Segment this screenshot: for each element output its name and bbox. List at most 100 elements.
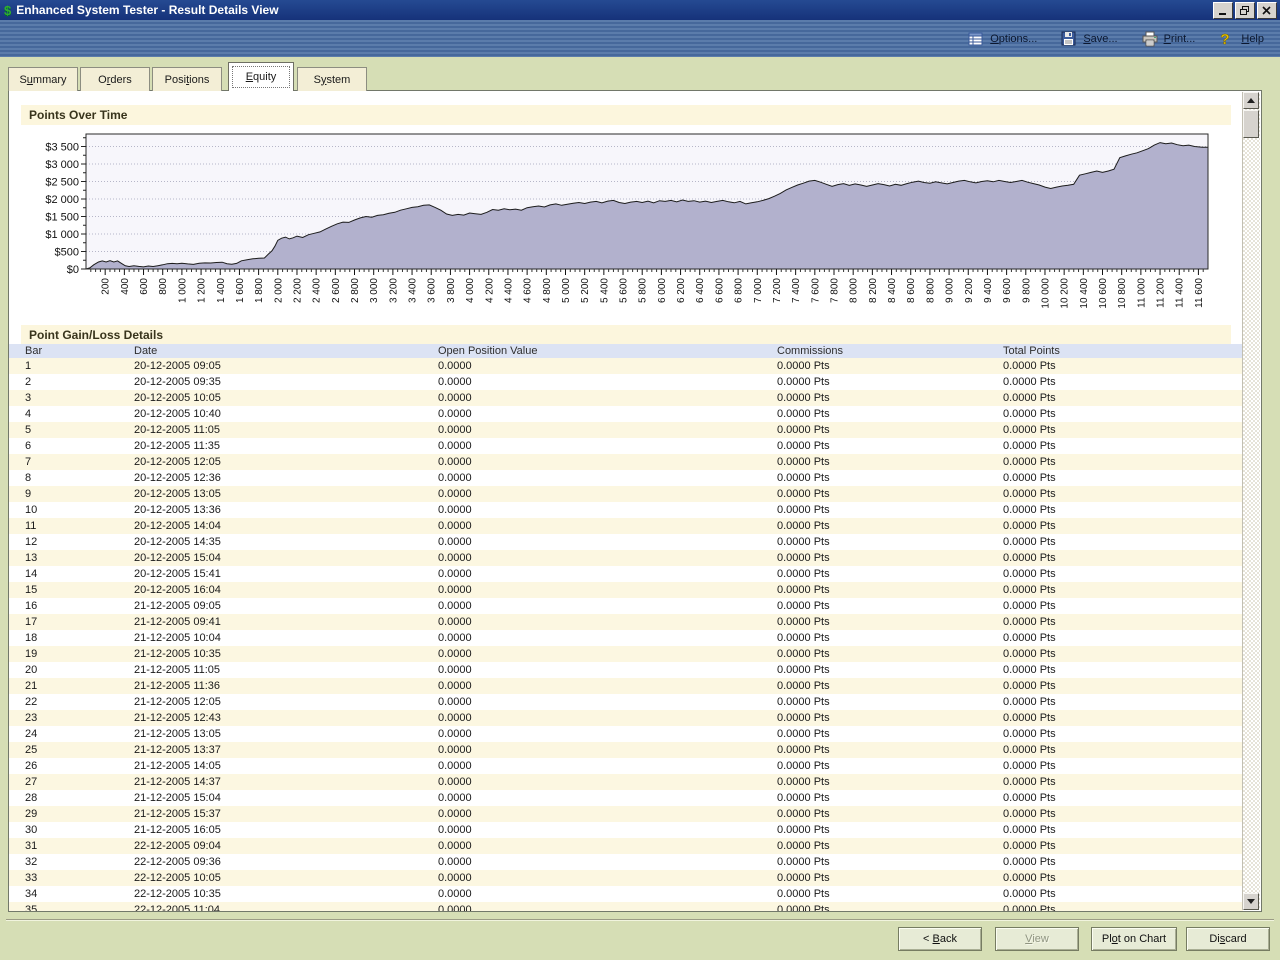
table-row[interactable]: 2121-12-2005 11:360.00000.0000 Pts0.0000… — [9, 678, 1243, 694]
table-row[interactable]: 1520-12-2005 16:040.00000.0000 Pts0.0000… — [9, 582, 1243, 598]
scrollbar-thumb[interactable] — [1243, 110, 1259, 138]
toolbar-item-label: Help — [1241, 33, 1264, 45]
table-row[interactable]: 3322-12-2005 10:050.00000.0000 Pts0.0000… — [9, 870, 1243, 886]
vertical-scrollbar[interactable] — [1242, 92, 1260, 910]
cell-bar: 6 — [25, 438, 31, 454]
table-row[interactable]: 920-12-2005 13:050.00000.0000 Pts0.0000 … — [9, 486, 1243, 502]
cell-commissions: 0.0000 Pts — [777, 726, 830, 742]
cell-date: 20-12-2005 13:05 — [134, 486, 221, 502]
table-row[interactable]: 1020-12-2005 13:360.00000.0000 Pts0.0000… — [9, 502, 1243, 518]
table-row[interactable]: 3222-12-2005 09:360.00000.0000 Pts0.0000… — [9, 854, 1243, 870]
table-row[interactable]: 120-12-2005 09:050.00000.0000 Pts0.0000 … — [9, 358, 1243, 374]
tab-equity[interactable]: Equity — [228, 62, 294, 91]
svg-text:8 000: 8 000 — [849, 278, 860, 303]
back-button[interactable]: < Back — [898, 927, 982, 951]
close-button[interactable] — [1257, 2, 1277, 19]
table-row[interactable]: 1821-12-2005 10:040.00000.0000 Pts0.0000… — [9, 630, 1243, 646]
cell-open-position-value: 0.0000 — [438, 390, 472, 406]
plot-on-chart-button[interactable]: Plot on Chart — [1091, 927, 1177, 951]
table-row[interactable]: 420-12-2005 10:400.00000.0000 Pts0.0000 … — [9, 406, 1243, 422]
cell-bar: 30 — [25, 822, 37, 838]
window-title: Enhanced System Tester - Result Details … — [16, 3, 278, 17]
table-row[interactable]: 2721-12-2005 14:370.00000.0000 Pts0.0000… — [9, 774, 1243, 790]
table-row[interactable]: 1721-12-2005 09:410.00000.0000 Pts0.0000… — [9, 614, 1243, 630]
cell-date: 20-12-2005 09:05 — [134, 358, 221, 374]
cell-bar: 12 — [25, 534, 37, 550]
cell-commissions: 0.0000 Pts — [777, 502, 830, 518]
toolbar-item-save[interactable]: Save... — [1061, 31, 1117, 47]
table-row[interactable]: 2821-12-2005 15:040.00000.0000 Pts0.0000… — [9, 790, 1243, 806]
table-row[interactable]: 3122-12-2005 09:040.00000.0000 Pts0.0000… — [9, 838, 1243, 854]
table-row[interactable]: 2521-12-2005 13:370.00000.0000 Pts0.0000… — [9, 742, 1243, 758]
up-arrow-icon — [1247, 98, 1255, 103]
table-row[interactable]: 220-12-2005 09:350.00000.0000 Pts0.0000 … — [9, 374, 1243, 390]
discard-button[interactable]: Discard — [1186, 927, 1270, 951]
table-row[interactable]: 820-12-2005 12:360.00000.0000 Pts0.0000 … — [9, 470, 1243, 486]
svg-text:5 600: 5 600 — [619, 278, 630, 303]
cell-date: 22-12-2005 09:04 — [134, 838, 221, 854]
cell-commissions: 0.0000 Pts — [777, 838, 830, 854]
toolbar-item-options[interactable]: Options... — [968, 31, 1037, 47]
cell-bar: 17 — [25, 614, 37, 630]
tab-orders[interactable]: Orders — [80, 67, 150, 91]
cell-open-position-value: 0.0000 — [438, 406, 472, 422]
cell-open-position-value: 0.0000 — [438, 598, 472, 614]
tab-summary[interactable]: Summary — [8, 67, 78, 91]
table-row[interactable]: 3422-12-2005 10:350.00000.0000 Pts0.0000… — [9, 886, 1243, 902]
svg-text:1 200: 1 200 — [197, 278, 208, 303]
toolbar-item-help[interactable]: ? Help — [1219, 31, 1264, 47]
svg-text:1 000: 1 000 — [177, 278, 188, 303]
cell-commissions: 0.0000 Pts — [777, 534, 830, 550]
cell-date: 20-12-2005 15:41 — [134, 566, 221, 582]
tab-positions[interactable]: Positions — [152, 67, 222, 91]
tab-system[interactable]: System — [297, 67, 367, 91]
scroll-up-button[interactable] — [1243, 92, 1259, 109]
cell-total-points: 0.0000 Pts — [1003, 534, 1056, 550]
table-row[interactable]: 620-12-2005 11:350.00000.0000 Pts0.0000 … — [9, 438, 1243, 454]
table-row[interactable]: 520-12-2005 11:050.00000.0000 Pts0.0000 … — [9, 422, 1243, 438]
restore-button[interactable] — [1235, 2, 1255, 19]
table-row[interactable]: 1621-12-2005 09:050.00000.0000 Pts0.0000… — [9, 598, 1243, 614]
svg-text:11 400: 11 400 — [1175, 278, 1186, 308]
svg-text:$2 000: $2 000 — [45, 194, 79, 206]
table-row[interactable]: 320-12-2005 10:050.00000.0000 Pts0.0000 … — [9, 390, 1243, 406]
table-row[interactable]: 2221-12-2005 12:050.00000.0000 Pts0.0000… — [9, 694, 1243, 710]
cell-open-position-value: 0.0000 — [438, 438, 472, 454]
table-header-row: BarDateOpen Position ValueCommissionsTot… — [9, 344, 1243, 358]
table-row[interactable]: 3522-12-2005 11:040.00000.0000 Pts0.0000… — [9, 902, 1243, 911]
table-row[interactable]: 2921-12-2005 15:370.00000.0000 Pts0.0000… — [9, 806, 1243, 822]
cell-open-position-value: 0.0000 — [438, 726, 472, 742]
svg-text:3 000: 3 000 — [369, 278, 380, 303]
cell-bar: 1 — [25, 358, 31, 374]
cell-commissions: 0.0000 Pts — [777, 406, 830, 422]
table-row[interactable]: 1220-12-2005 14:350.00000.0000 Pts0.0000… — [9, 534, 1243, 550]
cell-commissions: 0.0000 Pts — [777, 486, 830, 502]
cell-total-points: 0.0000 Pts — [1003, 358, 1056, 374]
svg-text:2 400: 2 400 — [312, 278, 323, 303]
table-row[interactable]: 2621-12-2005 14:050.00000.0000 Pts0.0000… — [9, 758, 1243, 774]
cell-date: 20-12-2005 12:05 — [134, 454, 221, 470]
table-row[interactable]: 3021-12-2005 16:050.00000.0000 Pts0.0000… — [9, 822, 1243, 838]
cell-commissions: 0.0000 Pts — [777, 374, 830, 390]
toolbar-item-print[interactable]: Print... — [1142, 31, 1196, 47]
table-row[interactable]: 720-12-2005 12:050.00000.0000 Pts0.0000 … — [9, 454, 1243, 470]
svg-text:2 200: 2 200 — [292, 278, 303, 303]
table-row[interactable]: 1120-12-2005 14:040.00000.0000 Pts0.0000… — [9, 518, 1243, 534]
cell-open-position-value: 0.0000 — [438, 854, 472, 870]
table-row[interactable]: 1921-12-2005 10:350.00000.0000 Pts0.0000… — [9, 646, 1243, 662]
down-arrow-icon — [1247, 899, 1255, 904]
cell-date: 21-12-2005 16:05 — [134, 822, 221, 838]
svg-text:7 400: 7 400 — [791, 278, 802, 303]
footer-divider — [6, 919, 1274, 921]
table-row[interactable]: 1420-12-2005 15:410.00000.0000 Pts0.0000… — [9, 566, 1243, 582]
table-row[interactable]: 1320-12-2005 15:040.00000.0000 Pts0.0000… — [9, 550, 1243, 566]
cell-total-points: 0.0000 Pts — [1003, 710, 1056, 726]
cell-total-points: 0.0000 Pts — [1003, 870, 1056, 886]
scroll-down-button[interactable] — [1243, 893, 1259, 910]
table-row[interactable]: 2321-12-2005 12:430.00000.0000 Pts0.0000… — [9, 710, 1243, 726]
table-row[interactable]: 2021-12-2005 11:050.00000.0000 Pts0.0000… — [9, 662, 1243, 678]
help-icon: ? — [1219, 31, 1235, 47]
svg-text:8 400: 8 400 — [887, 278, 898, 303]
minimize-button[interactable] — [1213, 2, 1233, 19]
table-row[interactable]: 2421-12-2005 13:050.00000.0000 Pts0.0000… — [9, 726, 1243, 742]
